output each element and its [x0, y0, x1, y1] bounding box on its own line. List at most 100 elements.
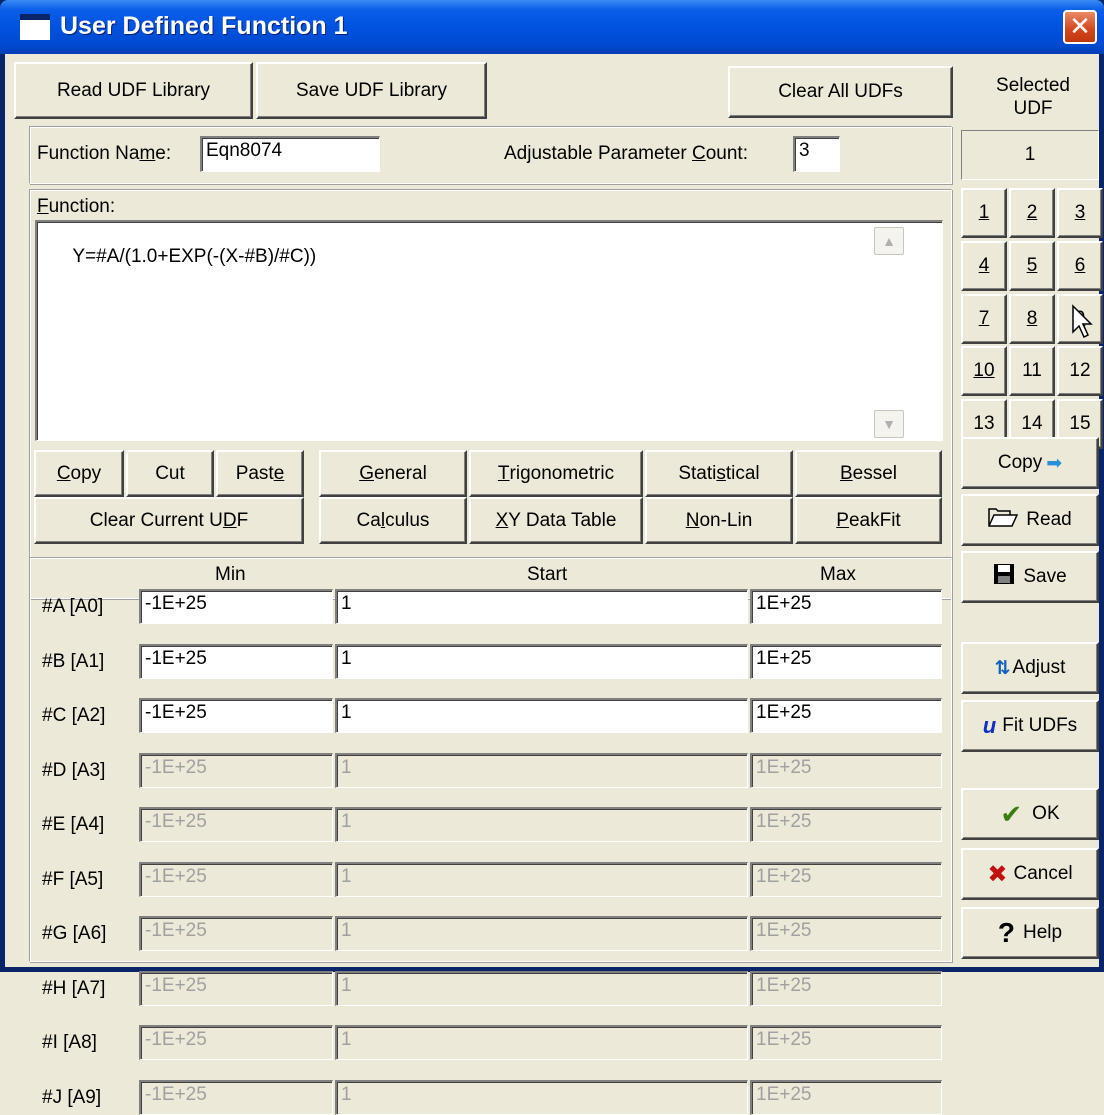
- save-label: Save: [1023, 566, 1067, 587]
- udf-button-label: 13: [973, 413, 995, 434]
- selected-udf-value: 1: [1024, 144, 1036, 165]
- floppy-disk-icon: [993, 563, 1015, 591]
- cut-button[interactable]: Cut: [126, 450, 214, 497]
- fit-udfs-label: Fit UDFs: [1002, 715, 1078, 736]
- read-udf-library-button[interactable]: Read UDF Library: [14, 62, 253, 119]
- clear-all-udfs-label: Clear All UDFs: [778, 81, 903, 102]
- checkmark-icon: ✔: [1000, 798, 1023, 829]
- folder-open-icon: [988, 507, 1019, 533]
- peakfit-button[interactable]: PeakFit: [795, 497, 942, 544]
- param-start-field: 1: [335, 971, 748, 1006]
- save-button[interactable]: Save: [961, 551, 1099, 603]
- selected-udf-label-line1: Selected: [996, 75, 1070, 96]
- udf-button-7[interactable]: 7: [961, 294, 1007, 344]
- udf-button-10[interactable]: 10: [961, 346, 1007, 396]
- param-start-field[interactable]: 1: [335, 589, 748, 624]
- param-row-label: #B [A1]: [42, 651, 105, 672]
- udf-button-4[interactable]: 4: [961, 241, 1007, 291]
- window-icon: [20, 14, 50, 40]
- arrow-right-icon: ➡: [1046, 452, 1063, 474]
- udf-button-5[interactable]: 5: [1009, 241, 1055, 291]
- fit-udfs-button[interactable]: u Fit UDFs: [961, 700, 1099, 752]
- non-lin-button[interactable]: Non-Lin: [645, 497, 793, 544]
- udf-button-label: 14: [1021, 413, 1043, 434]
- udf-button-label: 10: [973, 360, 995, 381]
- save-udf-library-label: Save UDF Library: [296, 79, 447, 101]
- cancel-label: Cancel: [1013, 863, 1073, 884]
- trigonometric-button[interactable]: Trigonometric: [469, 450, 643, 497]
- param-start-field: 1: [335, 753, 748, 788]
- param-min-field[interactable]: -1E+25: [139, 589, 333, 624]
- function-name-field[interactable]: Eqn8074: [200, 136, 380, 172]
- param-start-field[interactable]: 1: [335, 644, 748, 679]
- udf-button-6[interactable]: 6: [1057, 241, 1103, 291]
- statistical-button[interactable]: Stati s tical: [645, 450, 793, 497]
- udf-button-8[interactable]: 8: [1009, 294, 1055, 344]
- title-bar[interactable]: User Defined Function 1 ✕: [0, 0, 1104, 54]
- red-x-icon: ✖: [987, 860, 1008, 888]
- udf-button-label: 15: [1069, 413, 1091, 434]
- clear-all-udfs-button[interactable]: Clear All UDFs: [728, 66, 953, 118]
- udf-button-label: 5: [1026, 255, 1038, 276]
- up-down-arrows-icon: ⇅: [994, 657, 1011, 679]
- param-max-field: 1E+25: [750, 1025, 942, 1060]
- udf-button-label: 8: [1026, 308, 1038, 329]
- function-editor[interactable]: Y=#A/(1.0+EXP(-(X-#B)/#C)): [35, 220, 943, 441]
- paste-button[interactable]: Past e: [216, 450, 304, 497]
- param-max-field: 1E+25: [750, 862, 942, 897]
- general-button[interactable]: General: [319, 450, 467, 497]
- udf-button-2[interactable]: 2: [1009, 188, 1055, 238]
- udf-button-label: 2: [1026, 202, 1038, 223]
- start-header: Start: [527, 564, 568, 585]
- copy-to-label: Copy: [997, 452, 1043, 473]
- udf-button-12[interactable]: 12: [1057, 346, 1103, 396]
- udf-button-label: 3: [1074, 202, 1086, 223]
- clear-current-udf-button[interactable]: Clear Current UDF: [34, 497, 304, 544]
- dialog-window: User Defined Function 1 ✕ Read UDF Libra…: [0, 0, 1104, 1115]
- read-button[interactable]: Read: [961, 494, 1099, 546]
- param-min-field: -1E+25: [139, 807, 333, 842]
- save-udf-library-button[interactable]: Save UDF Library: [256, 62, 487, 119]
- param-max-field[interactable]: 1E+25: [750, 644, 942, 679]
- bessel-button[interactable]: Bessel: [795, 450, 942, 497]
- copy-to-button[interactable]: Copy ➡: [961, 437, 1099, 489]
- param-start-field: 1: [335, 807, 748, 842]
- scroll-up-arrow[interactable]: ▲: [874, 227, 904, 255]
- udf-button-label: 12: [1069, 360, 1091, 381]
- mouse-cursor-icon: [1071, 304, 1095, 346]
- param-max-field[interactable]: 1E+25: [750, 698, 942, 733]
- cancel-button[interactable]: ✖ Cancel: [961, 848, 1099, 900]
- param-row-label: #H [A7]: [42, 978, 106, 999]
- param-count-field[interactable]: 3: [793, 136, 840, 172]
- param-count-label: Adjustable Parameter Count:: [504, 143, 748, 164]
- param-row-label: #J [A9]: [42, 1087, 102, 1108]
- param-min-field[interactable]: -1E+25: [139, 698, 333, 733]
- calculus-button[interactable]: Ca l culus: [319, 497, 467, 544]
- param-max-field: 1E+25: [750, 971, 942, 1006]
- param-min-field[interactable]: -1E+25: [139, 644, 333, 679]
- param-min-field: -1E+25: [139, 971, 333, 1006]
- max-header: Max: [820, 564, 856, 585]
- udf-button-3[interactable]: 3: [1057, 188, 1103, 238]
- help-label: Help: [1023, 922, 1063, 943]
- function-text: Y=#A/(1.0+EXP(-(X-#B)/#C)): [72, 246, 317, 267]
- udf-button-label: 7: [978, 308, 990, 329]
- param-start-field[interactable]: 1: [335, 698, 748, 733]
- xy-data-table-button[interactable]: XY Data Table: [469, 497, 643, 544]
- selected-udf-display: 1: [961, 130, 1099, 180]
- param-max-field[interactable]: 1E+25: [750, 589, 942, 624]
- param-min-field: -1E+25: [139, 753, 333, 788]
- copy-button[interactable]: Copy: [34, 450, 124, 497]
- udf-button-1[interactable]: 1: [961, 188, 1007, 238]
- adjust-button[interactable]: ⇅ Adjust: [961, 642, 1099, 694]
- param-start-field: 1: [335, 916, 748, 951]
- close-button[interactable]: ✕: [1063, 10, 1097, 44]
- help-button[interactable]: ? Help: [961, 907, 1099, 959]
- function-name-label: Function Name:: [37, 143, 172, 164]
- selected-udf-label: Selected UDF: [983, 74, 1083, 120]
- param-max-field: 1E+25: [750, 1080, 942, 1115]
- ok-button[interactable]: ✔ OK: [961, 788, 1099, 840]
- param-row-label: #F [A5]: [42, 869, 104, 890]
- udf-button-11[interactable]: 11: [1009, 346, 1055, 396]
- scroll-down-arrow[interactable]: ▼: [874, 410, 904, 438]
